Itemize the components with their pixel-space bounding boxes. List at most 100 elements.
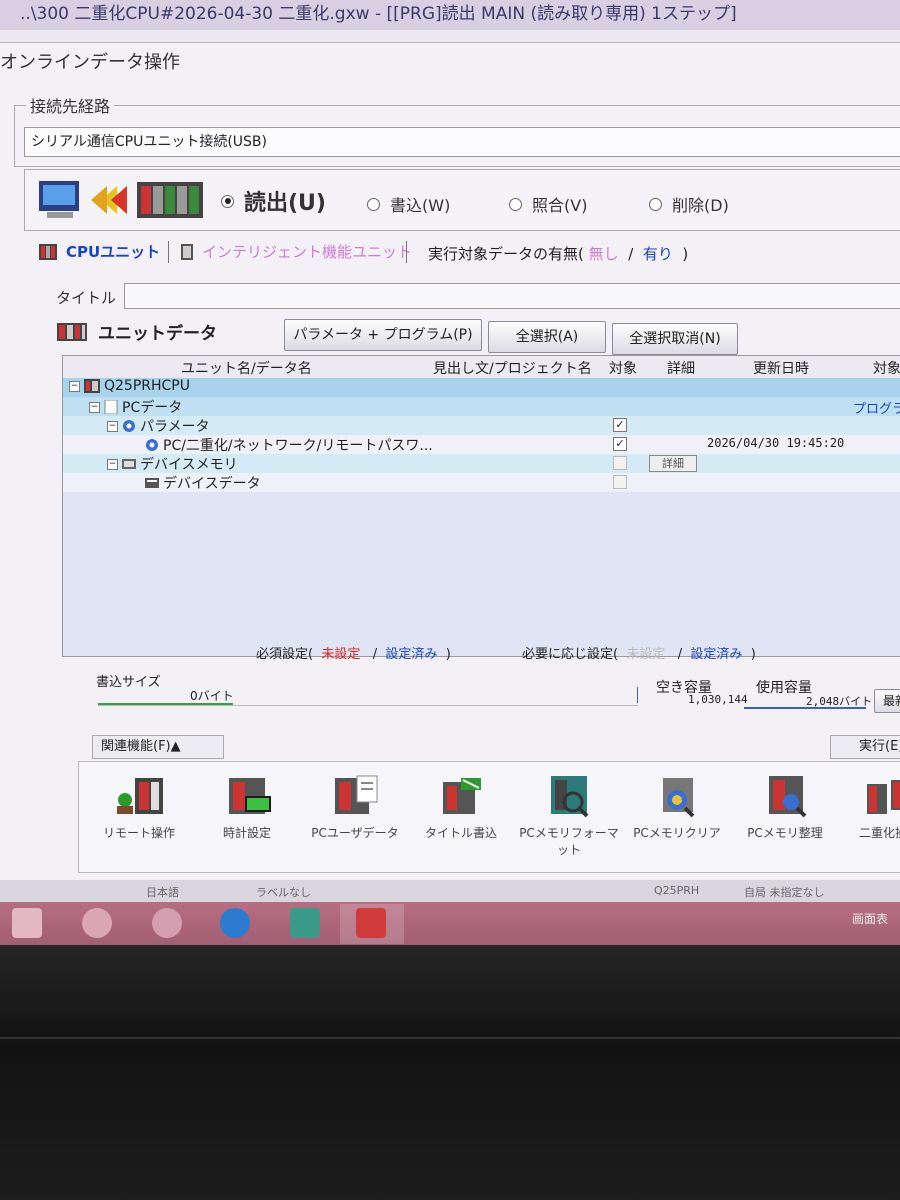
- tree-row-label: Q25PRHCPU: [104, 378, 190, 394]
- status-cpu: Q25PRH: [654, 884, 700, 897]
- intelligent-unit-icon: [181, 243, 193, 260]
- globe-icon[interactable]: [152, 908, 182, 938]
- col-target2-header[interactable]: 対象: [873, 358, 900, 378]
- tree-row[interactable]: − パラメータ ✓: [63, 416, 900, 435]
- unit-data-tree[interactable]: ユニット名/データ名 見出し文/プロジェクト名 対象 詳細 更新日時 対象 − …: [62, 355, 900, 657]
- tab-cpu-unit-label: CPUユニット: [66, 243, 161, 261]
- required-set-done: 設定済み: [385, 647, 438, 662]
- dialog-title: オンラインデータ操作: [0, 52, 180, 73]
- edge-icon[interactable]: [220, 908, 250, 938]
- redundant-operation-icon: [867, 780, 900, 814]
- gx-works-icon[interactable]: [356, 908, 386, 938]
- tab-intelligent-unit[interactable]: インテリジェント機能ユニット: [180, 241, 412, 262]
- title-write-icon: [443, 778, 481, 814]
- unit-data-icon: [57, 322, 87, 341]
- deselect-all-button[interactable]: 全選択取消(N): [612, 323, 738, 355]
- exists-label: 実行対象データの有無(: [428, 245, 584, 263]
- tree-node: PC/二重化/ネットワーク/リモートパスワ...: [145, 435, 433, 455]
- target-checkbox[interactable]: ✓: [613, 418, 627, 432]
- latest-button[interactable]: 最新: [874, 689, 900, 713]
- mode-delete-radio[interactable]: 削除(D): [649, 192, 729, 216]
- radio-dot-selected: [221, 194, 234, 208]
- chrome-icon[interactable]: [82, 908, 112, 938]
- mode-verify-radio[interactable]: 照合(V): [509, 192, 587, 216]
- func-title-write[interactable]: タイトル書込: [411, 774, 511, 841]
- tab-intelligent-unit-label: インテリジェント機能ユニット: [202, 243, 413, 261]
- tab-cpu-unit[interactable]: CPUユニット: [38, 241, 160, 262]
- free-capacity-value: 1,030,144: [688, 693, 748, 706]
- tree-node: − デバイスメモリ: [107, 454, 238, 474]
- collapse-icon[interactable]: −: [107, 458, 118, 470]
- func-title-write-label: タイトル書込: [424, 826, 497, 840]
- param-program-button[interactable]: パラメータ + プログラム(P): [284, 319, 482, 351]
- execute-button[interactable]: 実行(E): [830, 735, 900, 759]
- tree-row[interactable]: − Q25PRHCPU: [63, 378, 900, 397]
- tree-node: − Q25PRHCPU: [69, 378, 190, 394]
- func-remote-operation[interactable]: リモート操作: [89, 774, 189, 841]
- mode-delete-label: 削除(D): [672, 196, 729, 215]
- memory-format-icon: [551, 776, 589, 818]
- online-data-dialog: オンラインデータ操作 接続先経路 シリアル通信CPUユニット接続(USB) 読出…: [0, 42, 900, 881]
- tree-row[interactable]: PC/二重化/ネットワーク/リモートパスワ... ✓ 2026/04/30 19…: [63, 435, 900, 454]
- related-functions-toggle[interactable]: 関連機能(F)▲: [92, 735, 224, 759]
- bezel-edge: [0, 1037, 900, 1039]
- col-caption-header[interactable]: 見出し文/プロジェクト名: [433, 358, 592, 378]
- legend-slash: /: [677, 647, 683, 662]
- col-updated-header[interactable]: 更新日時: [753, 358, 809, 378]
- memory-clear-icon: [663, 778, 695, 818]
- route-group-label: 接続先経路: [26, 93, 115, 117]
- col-detail-header[interactable]: 詳細: [667, 358, 695, 378]
- write-size-value: 0バイト: [190, 689, 234, 703]
- updated-date: 2026/04/30 19:45:20: [707, 436, 845, 450]
- func-redundant-operation[interactable]: 二重化操作: [839, 774, 900, 841]
- write-size-end: [637, 687, 638, 703]
- collapse-icon[interactable]: −: [69, 380, 80, 392]
- tree-row-label: パラメータ: [140, 419, 210, 435]
- monitor-screen: ..\300 二重化CPU#2026-04-30 二重化.gxw - [[PRG…: [0, 0, 900, 945]
- app-icon[interactable]: [290, 908, 320, 938]
- target-checkbox[interactable]: [613, 456, 627, 470]
- func-redundant-operation-label: 二重化操作: [858, 826, 900, 840]
- func-memory-format[interactable]: PCメモリフォーマット: [519, 774, 619, 858]
- tree-row[interactable]: − PCデータ プログラム: [63, 397, 900, 436]
- optional-label: 必要に応じ設定(: [522, 647, 619, 662]
- required-not-set: 未設定: [321, 647, 361, 662]
- radio-dot: [367, 197, 380, 211]
- optional-not-set: 未設定: [626, 647, 666, 662]
- tree-row-label: デバイスメモリ: [140, 457, 238, 473]
- tab-separator: [406, 241, 407, 263]
- exists-none: 無し: [588, 245, 619, 263]
- collapse-icon[interactable]: −: [89, 401, 100, 413]
- func-pc-user-data[interactable]: PCユーザデータ: [305, 774, 405, 841]
- func-memory-clear-label: PCメモリクリア: [633, 826, 721, 840]
- func-clock-setting[interactable]: 時計設定: [197, 774, 297, 841]
- cpu-unit-icon: [39, 243, 57, 260]
- radio-dot: [509, 197, 522, 211]
- file-explorer-icon[interactable]: [12, 908, 42, 938]
- detail-button[interactable]: 詳細: [649, 455, 697, 472]
- tree-row-label: PC/二重化/ネットワーク/リモートパスワ...: [163, 438, 433, 454]
- target-checkbox[interactable]: ✓: [613, 437, 627, 451]
- func-memory-clear[interactable]: PCメモリクリア: [627, 774, 727, 841]
- used-capacity-label: 使用容量: [756, 680, 812, 696]
- mode-read-radio[interactable]: 読出(U): [221, 185, 326, 217]
- unit-data-label: ユニットデータ: [98, 324, 217, 344]
- tree-row[interactable]: デバイスデータ: [63, 473, 900, 492]
- connection-route-field[interactable]: シリアル通信CPUユニット接続(USB): [24, 127, 900, 157]
- mode-write-radio[interactable]: 書込(W): [367, 192, 450, 216]
- target-checkbox[interactable]: [613, 475, 627, 489]
- collapse-icon[interactable]: −: [107, 420, 118, 432]
- tree-node: − パラメータ: [107, 416, 210, 436]
- title-label: タイトル: [56, 289, 117, 307]
- func-memory-arrange[interactable]: PCメモリ整理: [735, 774, 835, 841]
- select-all-button[interactable]: 全選択(A): [488, 321, 606, 353]
- write-size-bar: [98, 685, 638, 706]
- func-memory-format-label: PCメモリフォーマット: [519, 826, 619, 857]
- memory-arrange-icon: [769, 776, 807, 818]
- col-target-header[interactable]: 対象: [609, 358, 637, 378]
- title-input[interactable]: [124, 283, 900, 309]
- system-tray-text: 画面表: [851, 912, 888, 926]
- col-name-header[interactable]: ユニット名/データ名: [181, 358, 312, 378]
- status-station: 自局 未指定なし: [744, 886, 825, 899]
- tree-row[interactable]: − デバイスメモリ 詳細: [63, 454, 900, 473]
